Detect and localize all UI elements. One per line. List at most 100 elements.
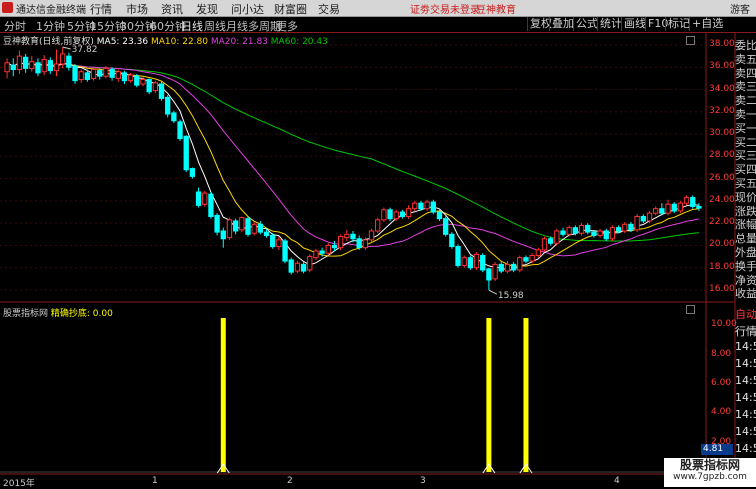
candle-body xyxy=(517,257,523,271)
candle-body xyxy=(591,231,597,236)
price-tick-label: 30.00 xyxy=(709,128,735,139)
candle-body xyxy=(665,203,671,214)
candle-body xyxy=(659,208,665,214)
candle-body xyxy=(690,197,696,207)
candle-body xyxy=(72,65,78,82)
candle-body xyxy=(609,227,616,240)
indicator-legend: 股票指标网 精确抄底: 0.00 xyxy=(3,306,113,319)
candle-body xyxy=(683,197,690,204)
candle-body xyxy=(134,75,140,86)
candle-body xyxy=(300,263,307,272)
candle-body xyxy=(214,214,220,233)
candle-body xyxy=(541,238,548,251)
auto-tab[interactable]: 自动 xyxy=(735,306,756,322)
low-label: 15.98 xyxy=(498,291,524,301)
candle-body xyxy=(597,230,603,236)
candle-body xyxy=(344,233,350,239)
candle-body xyxy=(152,82,158,92)
candle-body xyxy=(177,121,183,140)
price-tick-label: 34.00 xyxy=(709,83,735,94)
indicator-tick-label: 8.00 xyxy=(711,348,732,359)
price-tick-label: 22.00 xyxy=(709,217,735,228)
tick-time-label: 14:5 xyxy=(735,340,756,353)
candle-body xyxy=(510,263,517,271)
candle-body xyxy=(430,201,436,213)
candle-body xyxy=(245,218,251,235)
candle-body xyxy=(671,203,677,212)
candle-body xyxy=(195,191,202,206)
candle-body xyxy=(239,217,245,231)
candle-body xyxy=(628,223,634,231)
candle-body xyxy=(640,216,646,222)
candle-body xyxy=(529,254,535,262)
candle-body xyxy=(220,230,226,240)
candle-body xyxy=(47,60,53,72)
date-tick-label: 2 xyxy=(287,476,293,486)
candle-body xyxy=(622,223,628,232)
candle-body xyxy=(22,56,29,69)
candle-body xyxy=(498,263,504,272)
candle-body xyxy=(504,263,511,272)
candle-body xyxy=(226,219,233,239)
candle-body xyxy=(368,230,375,241)
candle-body xyxy=(202,192,208,205)
date-tick-label: 4 xyxy=(614,476,620,486)
candle-body xyxy=(90,69,97,79)
candle-body xyxy=(572,227,579,234)
candle-body xyxy=(393,211,399,220)
candle-body xyxy=(412,202,418,210)
candle-body xyxy=(461,257,467,267)
price-tick-label: 32.00 xyxy=(709,105,735,116)
tick-time-label: 14:5 xyxy=(735,357,756,370)
kline-chart[interactable]: 37.8215.98 xyxy=(0,0,756,487)
candle-body xyxy=(165,96,171,115)
candle-body xyxy=(41,58,47,73)
price-tick-label: 16.00 xyxy=(709,284,735,294)
ind-pane-max-icon[interactable] xyxy=(686,305,695,314)
candle-body xyxy=(653,208,659,214)
price-tick-label: 28.00 xyxy=(709,150,735,161)
candle-body xyxy=(16,55,23,70)
candle-body xyxy=(29,61,35,69)
candle-body xyxy=(535,249,541,256)
ma20-value: MA20: 21.83 xyxy=(210,37,268,47)
candle-body xyxy=(418,202,424,210)
candle-body xyxy=(140,79,146,85)
candle-body xyxy=(183,135,189,171)
candle-body xyxy=(566,227,572,235)
candle-body xyxy=(473,253,480,269)
tick-time-label: 14:5 xyxy=(735,425,756,438)
candle-body xyxy=(270,234,276,248)
candle-body xyxy=(127,74,134,82)
pane-max-icon[interactable] xyxy=(686,36,695,45)
candle-body xyxy=(84,72,91,81)
date-tick-label: 1 xyxy=(152,476,158,486)
signal-bar xyxy=(220,318,226,472)
candle-body xyxy=(455,246,461,266)
candle-body xyxy=(146,79,152,93)
current-value-box: 4.81 xyxy=(701,444,733,455)
indicator-name[interactable]: 股票指标网 xyxy=(3,309,48,319)
indicator-tick-label: 6.00 xyxy=(711,378,732,388)
candle-body xyxy=(115,71,121,79)
tick-time-label: 14:5 xyxy=(735,442,756,455)
indicator-tick-label: 4.00 xyxy=(711,407,732,418)
candle-body xyxy=(399,211,406,218)
candle-body xyxy=(208,193,214,218)
candle-body xyxy=(232,220,239,232)
tick-time-label: 14:5 xyxy=(735,408,756,421)
candle-body xyxy=(350,233,356,240)
quote-field-label: 收益 xyxy=(735,287,756,301)
candle-body xyxy=(319,250,325,254)
price-tick-label: 36.00 xyxy=(709,61,735,72)
candle-body xyxy=(449,233,455,248)
candle-body xyxy=(634,216,640,231)
price-legend: 豆神教育(日线,前复权) MA5: 23.36 MA10: 22.80 MA20… xyxy=(3,34,328,47)
tick-time-label[interactable]: 行情 xyxy=(735,323,756,339)
candle-body xyxy=(251,223,257,234)
candle-body xyxy=(35,62,41,74)
ma60-value: MA60: 20.43 xyxy=(270,37,328,47)
ma10-value: MA10: 22.80 xyxy=(150,37,208,47)
watermark: 股票指标网 www.7gpzb.com xyxy=(664,458,756,487)
candle-body xyxy=(171,112,177,122)
